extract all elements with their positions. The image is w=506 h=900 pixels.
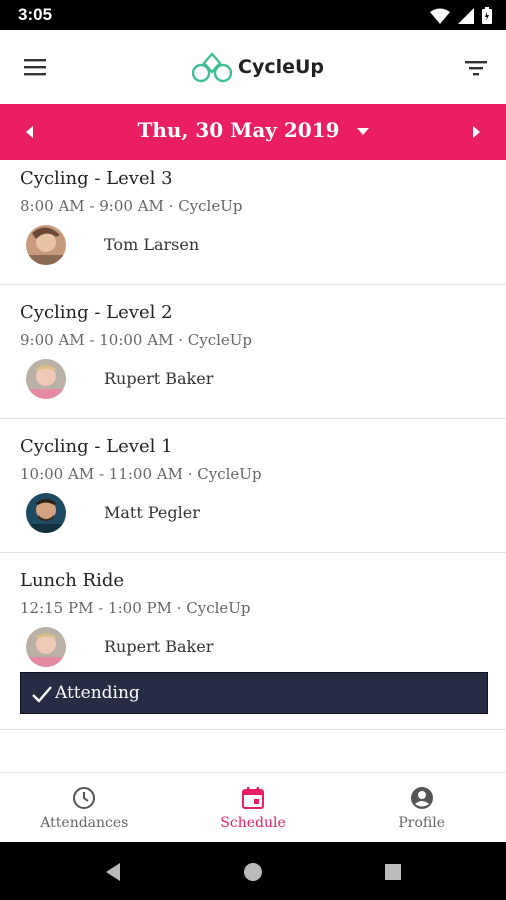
hamburger-menu-icon[interactable] [22,56,48,78]
brand-name: CycleUp [238,56,325,78]
tab-schedule[interactable]: Schedule [169,773,338,842]
clock-icon [73,787,96,809]
system-navigation-bar [0,842,506,900]
home-icon[interactable] [242,861,264,883]
class-time: 9:00 AM - 10:00 AM · CycleUp [20,331,253,349]
recents-icon[interactable] [382,861,404,883]
class-title: Cycling - Level 3 [20,168,173,189]
cycleup-logo-icon [192,52,232,83]
checkmark-icon [32,686,52,703]
bottom-navigation: Attendances Schedule Profile [0,772,506,842]
tab-profile[interactable]: Profile [337,773,506,842]
account-circle-icon [410,787,433,809]
instructor-name: Rupert Baker [104,369,214,388]
class-item[interactable]: Cycling - Level 3 8:00 AM - 9:00 AM · Cy… [0,160,506,285]
class-item[interactable]: Cycling - Level 2 9:00 AM - 10:00 AM · C… [0,285,506,419]
class-title: Cycling - Level 2 [20,302,173,323]
status-icons [430,7,492,24]
tab-attendances-label: Attendances [40,815,129,831]
attending-button[interactable]: Attending [20,672,488,714]
tab-attendances[interactable]: Attendances [0,773,169,842]
avatar [26,225,66,265]
app-bar: CycleUp [0,30,506,104]
avatar [26,627,66,667]
date-selector: Thu, 30 May 2019 [0,104,506,160]
next-day-arrow-icon[interactable] [466,122,486,142]
back-icon[interactable] [102,861,124,883]
class-item[interactable]: Lunch Ride 12:15 PM - 1:00 PM · CycleUp … [0,553,506,730]
battery-icon [482,7,492,24]
calendar-icon [242,787,264,809]
wifi-icon [430,8,450,24]
class-time: 10:00 AM - 11:00 AM · CycleUp [20,465,262,483]
instructor-name: Rupert Baker [104,637,214,656]
status-time: 3:05 [18,5,53,24]
class-title: Lunch Ride [20,570,125,591]
tab-schedule-label: Schedule [220,815,286,831]
instructor-name: Matt Pegler [104,503,200,522]
class-item[interactable]: Cycling - Level 1 10:00 AM - 11:00 AM · … [0,419,506,553]
selected-date: Thu, 30 May 2019 [137,118,340,142]
status-bar: 3:05 [0,0,506,30]
signal-icon [458,7,474,24]
class-title: Cycling - Level 1 [20,436,173,457]
tab-profile-label: Profile [398,815,445,831]
chevron-down-icon [356,127,369,135]
class-time: 12:15 PM - 1:00 PM · CycleUp [20,599,251,617]
attending-label: Attending [55,683,140,703]
date-dropdown[interactable]: Thu, 30 May 2019 [0,118,506,142]
class-time: 8:00 AM - 9:00 AM · CycleUp [20,197,243,215]
brand-logo: CycleUp [192,50,324,84]
avatar [26,359,66,399]
filter-icon[interactable] [464,58,488,78]
class-list: Cycling - Level 3 8:00 AM - 9:00 AM · Cy… [0,160,506,730]
instructor-name: Tom Larsen [104,235,200,254]
avatar [26,493,66,533]
